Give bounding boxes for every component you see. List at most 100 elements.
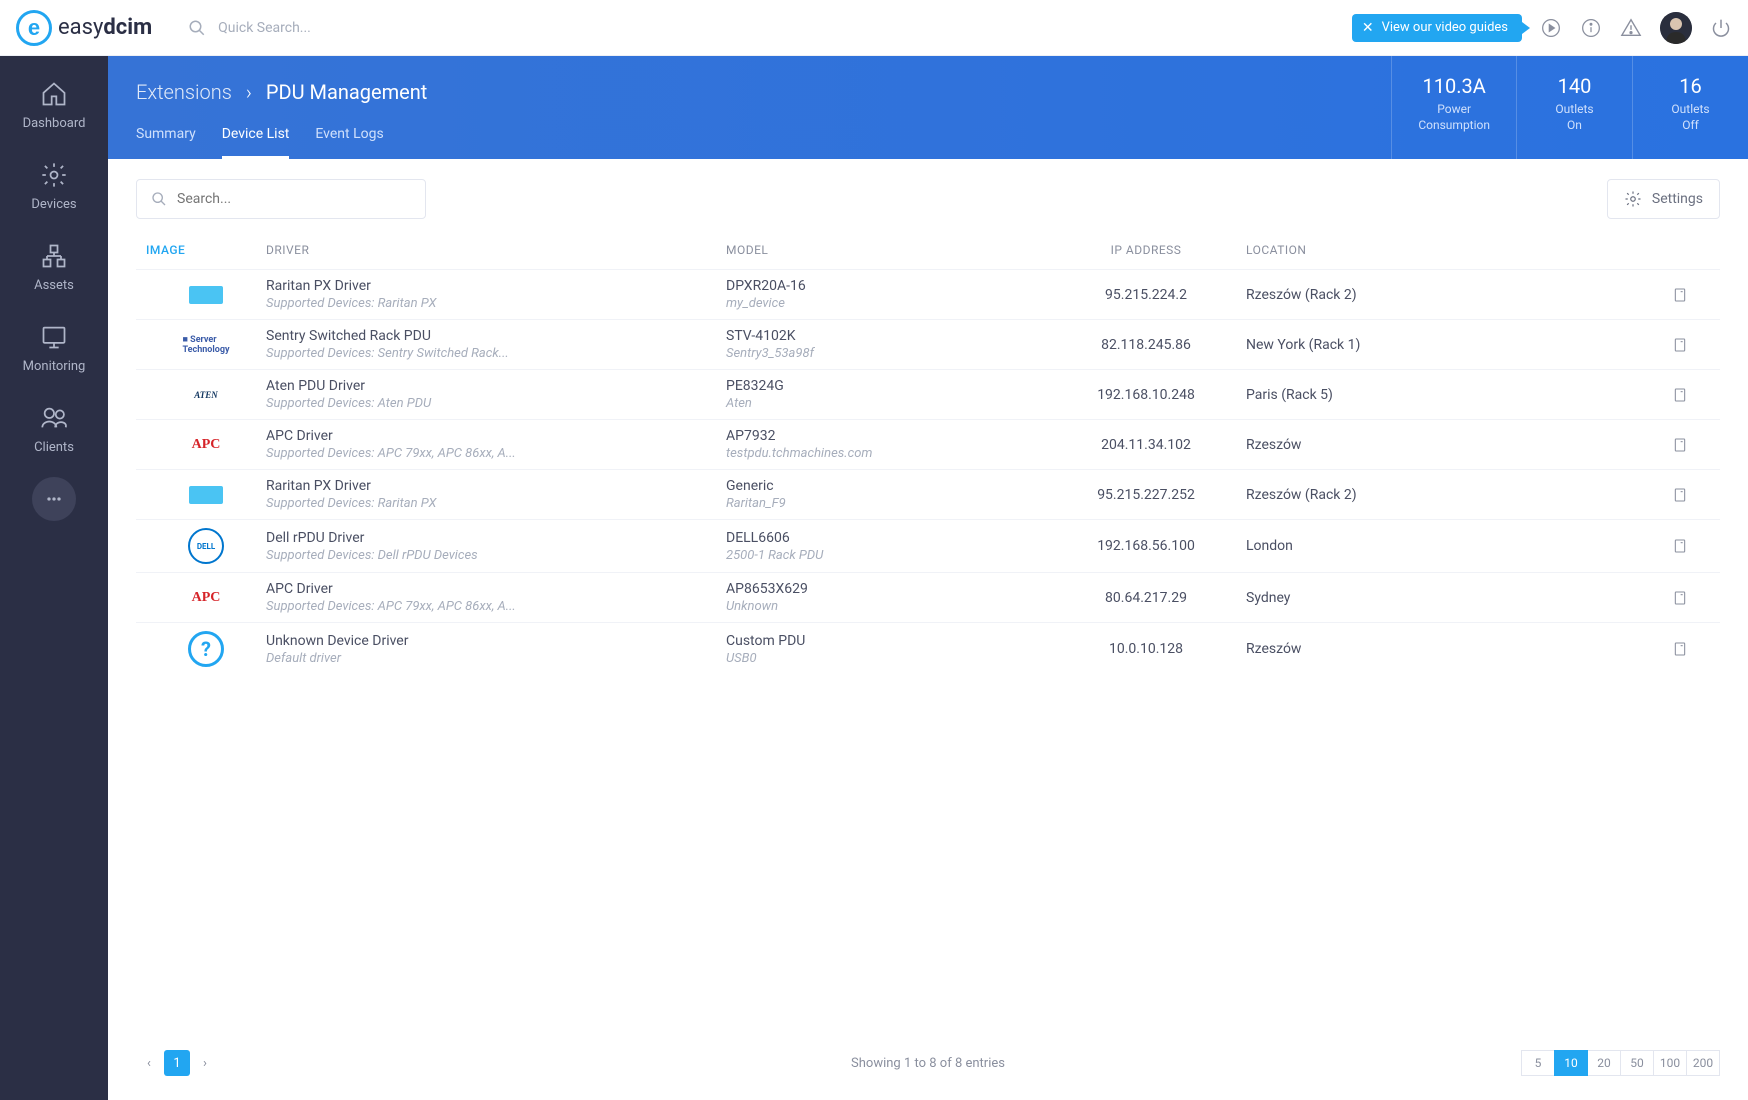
sidebar-item-assets[interactable]: Assets — [0, 228, 108, 309]
cell-location: Sydney — [1246, 590, 1650, 606]
row-action-button[interactable] — [1650, 335, 1710, 355]
tab-summary[interactable]: Summary — [136, 126, 196, 159]
sidebar-item-monitoring[interactable]: Monitoring — [0, 309, 108, 390]
tab-device-list[interactable]: Device List — [222, 126, 290, 159]
stat-block: 16Outlets Off — [1632, 56, 1748, 159]
settings-button[interactable]: Settings — [1607, 179, 1720, 219]
breadcrumb-parent[interactable]: Extensions — [136, 80, 232, 104]
stat-label: Outlets On — [1543, 102, 1606, 133]
row-action-button[interactable] — [1650, 285, 1710, 305]
page-prev-button[interactable]: ‹ — [136, 1050, 162, 1076]
table-search[interactable] — [136, 179, 426, 219]
row-action-button[interactable] — [1650, 485, 1710, 505]
sidebar-item-devices[interactable]: Devices — [0, 147, 108, 228]
page-size-5[interactable]: 5 — [1521, 1050, 1555, 1076]
stat-value: 140 — [1543, 74, 1606, 98]
close-icon[interactable]: ✕ — [1362, 20, 1374, 36]
table-row[interactable]: Raritan PX DriverSupported Devices: Rari… — [136, 269, 1720, 319]
info-icon[interactable] — [1580, 17, 1602, 39]
sidebar-label: Devices — [31, 197, 76, 212]
sidebar-item-dashboard[interactable]: Dashboard — [0, 66, 108, 147]
cell-image: ATEN — [146, 380, 266, 410]
cell-location: Rzeszów (Rack 2) — [1246, 487, 1650, 503]
brand-mark-icon: e — [16, 10, 52, 46]
topbar: e easydcim Quick Search... ✕ View our vi… — [0, 0, 1748, 56]
col-model[interactable]: MODEL — [726, 243, 1046, 257]
table-row[interactable]: ?Unknown Device DriverDefault driverCust… — [136, 622, 1720, 675]
page-size-100[interactable]: 100 — [1653, 1050, 1687, 1076]
row-action-button[interactable] — [1650, 385, 1710, 405]
gear-icon — [40, 161, 68, 189]
table-row[interactable]: ■ Server TechnologySentry Switched Rack … — [136, 319, 1720, 369]
sidebar-label: Dashboard — [23, 116, 86, 131]
global-search[interactable]: Quick Search... — [188, 19, 311, 37]
stat-block: 140 Outlets On — [1516, 56, 1632, 159]
breadcrumb: Extensions › PDU Management — [136, 80, 1363, 104]
sidebar: Dashboard Devices Assets Monitoring Clie… — [0, 56, 108, 1100]
page-size-50[interactable]: 50 — [1620, 1050, 1654, 1076]
sidebar-label: Monitoring — [23, 359, 86, 374]
stat-label: Outlets Off — [1659, 102, 1722, 133]
page-number-button[interactable]: 1 — [164, 1050, 190, 1076]
assets-icon — [40, 242, 68, 270]
alert-icon[interactable] — [1620, 17, 1642, 39]
table-row[interactable]: Raritan PX DriverSupported Devices: Rari… — [136, 469, 1720, 519]
cell-driver: Dell rPDU DriverSupported Devices: Dell … — [266, 530, 726, 563]
global-search-placeholder: Quick Search... — [218, 20, 311, 36]
user-avatar[interactable] — [1660, 12, 1692, 44]
cell-location: Rzeszów — [1246, 641, 1650, 657]
page-size-selector: 5102050100200 — [1522, 1050, 1720, 1076]
row-action-button[interactable] — [1650, 588, 1710, 608]
page-size-20[interactable]: 20 — [1587, 1050, 1621, 1076]
col-ip[interactable]: IP ADDRESS — [1046, 243, 1246, 257]
cell-location: London — [1246, 538, 1650, 554]
monitor-icon — [40, 323, 68, 351]
cell-driver: APC DriverSupported Devices: APC 79xx, A… — [266, 428, 726, 461]
table-row[interactable]: APCAPC DriverSupported Devices: APC 79xx… — [136, 572, 1720, 622]
play-icon[interactable] — [1540, 17, 1562, 39]
tab-event-logs[interactable]: Event Logs — [315, 126, 383, 159]
table-row[interactable]: ATENAten PDU DriverSupported Devices: At… — [136, 369, 1720, 419]
col-location[interactable]: LOCATION — [1246, 243, 1650, 257]
page-next-button[interactable]: › — [192, 1050, 218, 1076]
power-icon[interactable] — [1710, 17, 1732, 39]
cell-location: New York (Rack 1) — [1246, 337, 1650, 353]
row-action-button[interactable] — [1650, 435, 1710, 455]
brand-logo[interactable]: e easydcim — [16, 10, 152, 46]
search-icon — [151, 191, 167, 207]
users-icon — [40, 404, 68, 432]
page-size-200[interactable]: 200 — [1686, 1050, 1720, 1076]
table-header: IMAGE DRIVER MODEL IP ADDRESS LOCATION — [136, 243, 1720, 269]
row-action-button[interactable] — [1650, 536, 1710, 556]
stat-label: Power Consumption — [1418, 102, 1490, 133]
col-driver[interactable]: DRIVER — [266, 243, 726, 257]
sidebar-more-button[interactable] — [32, 477, 76, 521]
table-search-input[interactable] — [177, 191, 411, 207]
cell-image: APC — [146, 430, 266, 460]
cell-location: Paris (Rack 5) — [1246, 387, 1650, 403]
stat-value: 110.3A — [1418, 74, 1490, 98]
toolbar: Settings — [136, 179, 1720, 219]
cell-ip: 82.118.245.86 — [1046, 337, 1246, 353]
brand-name: easydcim — [58, 15, 152, 40]
page-size-10[interactable]: 10 — [1554, 1050, 1588, 1076]
table-row[interactable]: APCAPC DriverSupported Devices: APC 79xx… — [136, 419, 1720, 469]
cell-image: DELL — [146, 528, 266, 564]
cell-model: AP8653X629Unknown — [726, 581, 1046, 614]
cell-image: ■ Server Technology — [146, 330, 266, 360]
chevron-right-icon: › — [246, 80, 252, 104]
cell-ip: 95.215.224.2 — [1046, 287, 1246, 303]
stat-block: 110.3A Power Consumption — [1391, 56, 1516, 159]
sidebar-item-clients[interactable]: Clients — [0, 390, 108, 471]
col-image[interactable]: IMAGE — [146, 243, 266, 257]
table-row[interactable]: DELLDell rPDU DriverSupported Devices: D… — [136, 519, 1720, 572]
cell-driver: Raritan PX DriverSupported Devices: Rari… — [266, 278, 726, 311]
cell-driver: Unknown Device DriverDefault driver — [266, 633, 726, 666]
cell-image: ? — [146, 631, 266, 667]
row-action-button[interactable] — [1650, 639, 1710, 659]
cell-model: GenericRaritan_F9 — [726, 478, 1046, 511]
header-tabs: Summary Device List Event Logs — [136, 126, 1363, 159]
cell-model: AP7932testpdu.tchmachines.com — [726, 428, 1046, 461]
cell-ip: 80.64.217.29 — [1046, 590, 1246, 606]
video-guides-button[interactable]: ✕ View our video guides — [1352, 14, 1522, 42]
